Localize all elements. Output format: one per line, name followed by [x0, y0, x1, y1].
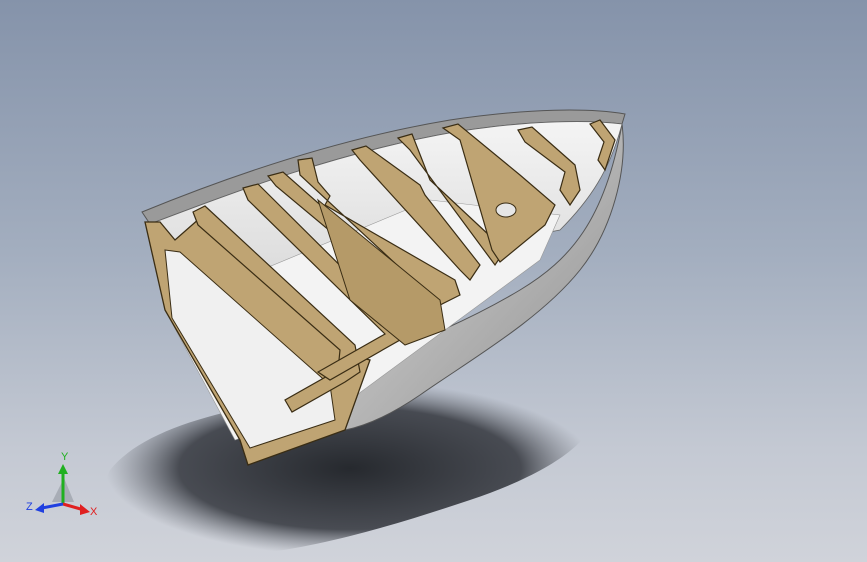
boat-hull-model[interactable] [0, 0, 867, 562]
z-axis-label: Z [26, 501, 33, 513]
coordinate-triad: Y X Z [26, 451, 98, 518]
z-axis-line [41, 502, 64, 510]
y-axis-label: Y [61, 451, 69, 463]
z-axis-arrow [35, 503, 44, 513]
y-axis-arrow [58, 464, 68, 474]
graphics-viewport[interactable]: Y X Z [0, 0, 867, 562]
x-axis-arrow [80, 504, 90, 515]
x-axis-label: X [90, 506, 98, 518]
frame-cutout [495, 202, 517, 218]
